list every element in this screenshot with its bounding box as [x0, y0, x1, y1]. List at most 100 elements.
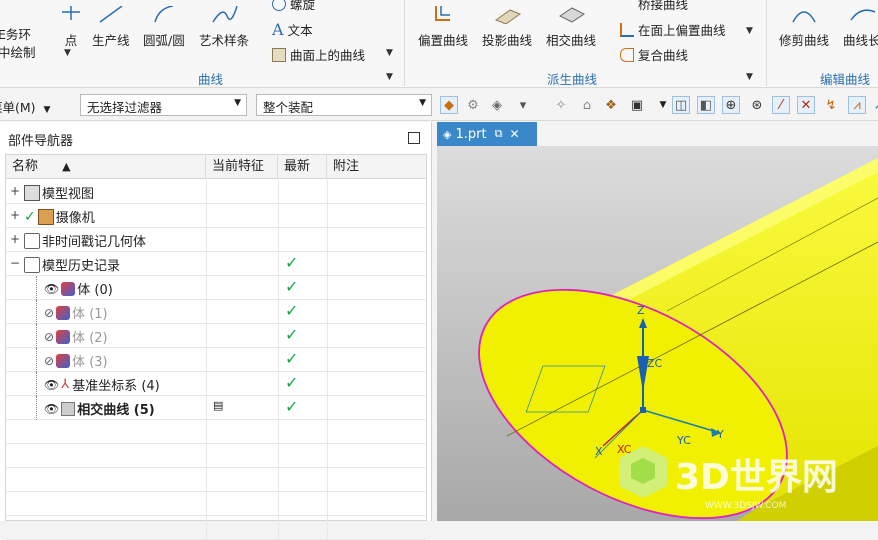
snap-tangent-icon[interactable]: ↯ [822, 96, 840, 114]
select-edge-icon[interactable]: ✧ [552, 96, 570, 114]
derived-gallery-dropdown-icon[interactable]: ▼ [746, 26, 753, 36]
snap-more-icon[interactable]: ↗ [870, 96, 878, 114]
point-dropdown-icon[interactable]: ▼ [64, 48, 71, 58]
task-env-label-1: E务环 [0, 27, 31, 42]
expand-icon[interactable]: + [10, 232, 20, 246]
body-icon [56, 329, 71, 344]
offset-on-face-item[interactable]: 在面上偏置曲线 [620, 20, 726, 39]
navigator-row[interactable]: + 非时间戳记几何体 [6, 228, 426, 252]
snap-midpoint-icon[interactable]: ◧ [697, 96, 715, 114]
chevron-down-icon[interactable]: ▼ [654, 96, 672, 114]
projection-curve-button[interactable]: 投影曲线 [482, 6, 532, 49]
select-component-icon[interactable]: ❖ [602, 96, 620, 114]
helix-item[interactable]: 螺旋 [272, 0, 315, 13]
hidden-eye-icon[interactable]: ⊘ [44, 306, 54, 320]
navigator-row[interactable]: ⊘ 体 (2) ✓ [6, 324, 426, 348]
navigator-row[interactable]: 👁 体 (0) ✓ [6, 276, 426, 300]
close-icon[interactable]: ✕ [509, 127, 519, 141]
checkmark-icon: ✓ [24, 208, 36, 225]
select-point-icon[interactable]: ▣ [628, 96, 646, 114]
latest-checkmark-icon: ✓ [285, 373, 299, 392]
arc-circle-button[interactable]: 圆弧/圆 [143, 6, 185, 49]
eye-icon[interactable]: 👁 [44, 282, 59, 296]
navigator-row[interactable]: − 模型历史记录 ✓ [6, 252, 426, 276]
text-item[interactable]: A 文本 [272, 20, 313, 39]
curve-on-surface-item[interactable]: 曲面上的曲线 [272, 45, 365, 64]
navigator-title: 部件导航器 [8, 134, 74, 149]
empty-row [6, 468, 426, 492]
tree-guide-line [36, 348, 37, 372]
curve-group-more-icon[interactable]: ▼ [386, 72, 393, 82]
collapse-icon[interactable]: − [10, 256, 20, 270]
select-vertex-icon[interactable]: ⌂ [578, 96, 596, 114]
select-feature-icon[interactable]: ◆ [440, 96, 458, 114]
trim-curve-button[interactable]: 修剪曲线 [779, 6, 829, 49]
latest-checkmark-icon: ✓ [285, 397, 299, 416]
curve-length-button[interactable]: 曲线长 [843, 6, 878, 49]
row-label: 非时间戳记几何体 [42, 235, 147, 250]
projection-curve-icon [494, 9, 522, 24]
bridge-curve-label: 桥接曲线 [638, 0, 689, 12]
column-separator [278, 276, 279, 300]
navigator-row[interactable]: + ✓ 摄像机 [6, 204, 426, 228]
graphics-viewport[interactable]: ◈ 1.prt ⧉ ✕ Z ZC Y YC X XC 3D世界网 WWW.3DS… [437, 122, 878, 521]
column-header-name[interactable]: 名称 ▲ [6, 155, 206, 179]
column-header-notes[interactable]: 附注 [327, 155, 426, 179]
column-header-latest[interactable]: 最新 [278, 155, 327, 179]
expand-icon[interactable]: + [10, 208, 20, 222]
selection-filter-select[interactable]: 无选择过滤器 ▼ [80, 94, 247, 116]
eye-icon[interactable]: 👁 [44, 378, 59, 392]
production-line-button[interactable]: 生产线 [92, 6, 130, 49]
spline-icon [212, 6, 238, 23]
row-name: 👁 体 (0) [44, 279, 113, 298]
hidden-eye-icon[interactable]: ⊘ [44, 354, 54, 368]
snap-polyline-icon[interactable]: ⩘ [848, 96, 866, 114]
navigator-row[interactable]: 👁 ⅄ 基准坐标系 (4) ✓ [6, 372, 426, 396]
snap-center-icon[interactable]: ⊕ [722, 96, 740, 114]
intersection-curve-button[interactable]: 相交曲线 [546, 6, 596, 49]
eye-icon[interactable]: 👁 [44, 402, 59, 416]
menu-button[interactable]: 菜单(M) ▼ [0, 97, 50, 116]
tab-part-file[interactable]: ◈ 1.prt ⧉ ✕ [437, 122, 537, 146]
row-label: 体 (0) [77, 283, 113, 298]
column-header-current-feature[interactable]: 当前特征 [206, 155, 278, 179]
hidden-eye-icon[interactable]: ⊘ [44, 330, 54, 344]
navigator-row[interactable]: ⊘ 体 (1) ✓ [6, 300, 426, 324]
curve-length-label: 曲线长 [843, 33, 878, 48]
select-face-icon[interactable]: ◈ [488, 96, 506, 114]
derived-group-more-icon[interactable]: ▼ [746, 72, 753, 82]
column-separator [278, 348, 279, 372]
axis-label-y: Y [716, 428, 724, 441]
snap-intersection-icon[interactable]: ✕ [797, 96, 815, 114]
task-env-sketch-button[interactable]: E务环 中绘制 [0, 26, 36, 62]
model-views-icon [24, 184, 40, 201]
offset-curve-button[interactable]: 偏置曲线 [418, 6, 468, 49]
column-separator [278, 492, 279, 516]
expand-icon[interactable]: + [10, 184, 20, 198]
snap-settings-icon[interactable]: ⚙ [464, 96, 482, 114]
point-button[interactable]: 点 [56, 6, 86, 49]
snap-quadrant-icon[interactable]: ⊛ [748, 96, 766, 114]
navigator-row[interactable]: + 模型视图 [6, 180, 426, 204]
column-separator [206, 204, 207, 228]
navigator-row[interactable]: ⊘ 体 (3) ✓ [6, 348, 426, 372]
latest-checkmark-icon: ✓ [285, 301, 299, 320]
curve-gallery-dropdown-icon[interactable]: ▼ [386, 48, 393, 58]
maximize-icon[interactable] [408, 132, 420, 144]
3d-scene[interactable]: Z ZC Y YC X XC 3D世界网 WWW.3DSJW.COM [437, 146, 878, 521]
column-separator [206, 276, 207, 300]
navigator-row[interactable]: 👁 相交曲线 (5) ▤ ✓ [6, 396, 426, 420]
point-icon [62, 6, 80, 20]
offset-curve-icon [435, 6, 450, 21]
art-spline-button[interactable]: 艺术样条 [199, 6, 249, 49]
row-name: 👁 相交曲线 (5) [44, 399, 155, 418]
snap-on-curve-icon[interactable]: ⁄ [772, 96, 790, 114]
composite-curve-item[interactable]: 复合曲线 [620, 45, 688, 64]
assembly-scope-select[interactable]: 整个装配 ▼ [256, 94, 432, 116]
intersection-curve-label: 相交曲线 [546, 33, 597, 48]
select-body-icon[interactable]: ▾ [514, 96, 532, 114]
latest-checkmark-icon: ✓ [285, 349, 299, 368]
snap-endpoint-icon[interactable]: ◫ [672, 96, 690, 114]
column-separator [327, 204, 328, 228]
bridge-curve-item[interactable]: 桥接曲线 [620, 0, 688, 13]
